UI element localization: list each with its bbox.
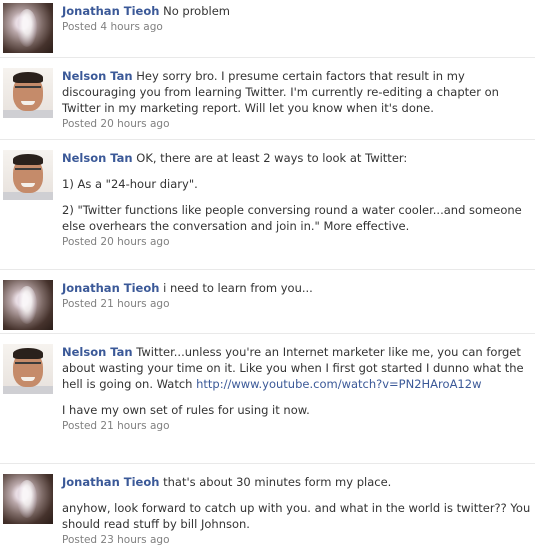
wall-post: Nelson Tan Twitter...unless you're an In… <box>0 334 535 464</box>
post-paragraph: anyhow, look forward to catch up with yo… <box>62 501 531 531</box>
post-timestamp: Posted 20 hours ago <box>62 236 170 248</box>
wall-post: Jonathan Tieoh i need to learn from you.… <box>0 270 535 334</box>
wall-post: Jonathan Tieoh that's about 30 minutes f… <box>0 464 535 560</box>
avatar[interactable] <box>3 68 53 118</box>
post-text: No problem <box>163 4 230 18</box>
avatar[interactable] <box>3 280 53 330</box>
post-content: Nelson Tan OK, there are at least 2 ways… <box>62 149 535 264</box>
wall-feed: Jonathan Tieoh No problem Posted 4 hours… <box>0 0 535 560</box>
post-content: Nelson Tan Hey sorry bro. I presume cert… <box>62 67 535 134</box>
wall-post: Nelson Tan Hey sorry bro. I presume cert… <box>0 58 535 140</box>
post-paragraph: 1) As a "24-hour diary". <box>62 177 198 191</box>
post-text: that's about 30 minutes form my place. <box>163 475 392 489</box>
avatar[interactable] <box>3 3 53 53</box>
avatar[interactable] <box>3 344 53 394</box>
author-link[interactable]: Nelson Tan <box>62 69 133 83</box>
post-timestamp: Posted 4 hours ago <box>62 21 163 33</box>
author-link[interactable]: Jonathan Tieoh <box>62 281 159 295</box>
avatar[interactable] <box>3 150 53 200</box>
author-link[interactable]: Nelson Tan <box>62 151 133 165</box>
post-timestamp: Posted 23 hours ago <box>62 534 170 546</box>
avatar[interactable] <box>3 474 53 524</box>
post-paragraph: 2) "Twitter functions like people conver… <box>62 203 522 233</box>
post-timestamp: Posted 21 hours ago <box>62 420 170 432</box>
post-timestamp: Posted 20 hours ago <box>62 118 170 130</box>
author-link[interactable]: Jonathan Tieoh <box>62 475 159 489</box>
author-link[interactable]: Nelson Tan <box>62 345 133 359</box>
post-paragraph: I have my own set of rules for using it … <box>62 403 310 417</box>
post-content: Jonathan Tieoh that's about 30 minutes f… <box>62 473 535 555</box>
wall-post: Nelson Tan OK, there are at least 2 ways… <box>0 140 535 270</box>
post-timestamp: Posted 21 hours ago <box>62 298 170 310</box>
wall-post: Jonathan Tieoh No problem Posted 4 hours… <box>0 0 535 58</box>
post-text: OK, there are at least 2 ways to look at… <box>136 151 408 165</box>
post-text: i need to learn from you... <box>163 281 313 295</box>
post-content: Nelson Tan Twitter...unless you're an In… <box>62 343 535 458</box>
post-content: Jonathan Tieoh No problem Posted 4 hours… <box>62 2 535 52</box>
youtube-link[interactable]: http://www.youtube.com/watch?v=PN2HAroA1… <box>196 377 481 391</box>
post-content: Jonathan Tieoh i need to learn from you.… <box>62 279 535 328</box>
author-link[interactable]: Jonathan Tieoh <box>62 4 159 18</box>
